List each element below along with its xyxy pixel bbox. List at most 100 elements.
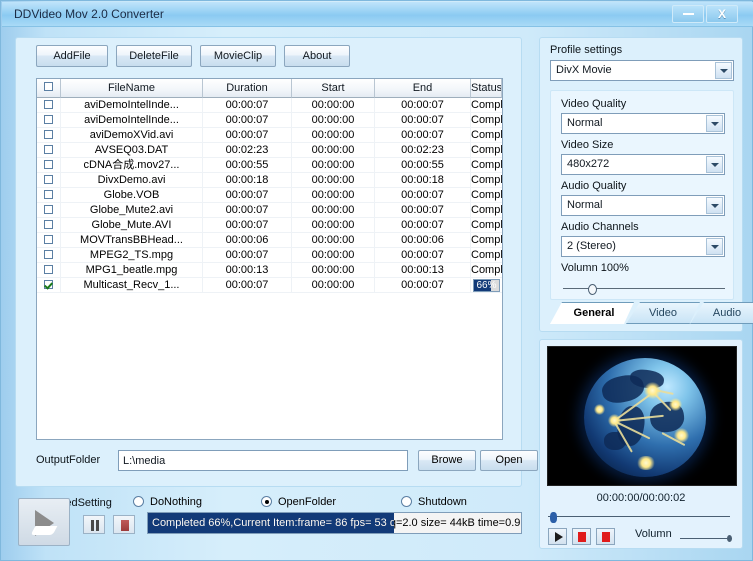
cell-filename: Globe.VOB bbox=[61, 188, 203, 202]
row-checkbox-cell[interactable] bbox=[37, 263, 61, 277]
header-end[interactable]: End bbox=[375, 79, 471, 98]
row-checkbox[interactable] bbox=[44, 250, 53, 259]
radio-open-folder-icon[interactable] bbox=[261, 496, 272, 507]
profile-select[interactable]: DivX Movie bbox=[550, 60, 734, 81]
row-checkbox[interactable] bbox=[44, 220, 53, 229]
row-checkbox-cell[interactable] bbox=[37, 278, 61, 292]
output-folder-row: OutputFolder Browe Open bbox=[16, 448, 538, 478]
row-checkbox-cell[interactable] bbox=[37, 233, 61, 247]
chevron-down-icon[interactable] bbox=[706, 115, 723, 132]
table-row[interactable]: MPG1_beatle.mpg 00:00:13 00:00:00 00:00:13 C… bbox=[37, 263, 502, 278]
row-checkbox[interactable] bbox=[44, 235, 53, 244]
audio-channels-select[interactable]: 2 (Stereo) bbox=[561, 236, 725, 257]
preview-volume-slider[interactable] bbox=[680, 535, 732, 543]
delete-file-button[interactable]: DeleteFile bbox=[116, 45, 192, 67]
volume-slider[interactable] bbox=[563, 284, 725, 295]
cell-end: 00:00:07 bbox=[375, 98, 471, 112]
row-checkbox[interactable] bbox=[44, 130, 53, 139]
table-row[interactable]: aviDemoIntelInde... 00:00:07 00:00:00 00:00… bbox=[37, 113, 502, 128]
row-checkbox[interactable] bbox=[44, 175, 53, 184]
seek-slider-handle[interactable] bbox=[550, 512, 557, 523]
row-checkbox[interactable] bbox=[44, 280, 53, 289]
radio-do-nothing[interactable]: DoNothing bbox=[133, 496, 202, 508]
cell-duration: 00:00:07 bbox=[203, 113, 292, 127]
table-row[interactable]: Globe_Mute.AVI 00:00:07 00:00:00 00:00:07 Co… bbox=[37, 218, 502, 233]
chevron-down-icon[interactable] bbox=[706, 156, 723, 173]
minimize-button[interactable] bbox=[672, 5, 704, 23]
row-checkbox-cell[interactable] bbox=[37, 143, 61, 157]
video-quality-value: Normal bbox=[567, 117, 603, 129]
header-start[interactable]: Start bbox=[292, 79, 375, 98]
video-size-select[interactable]: 480x272 bbox=[561, 154, 725, 175]
preview-play-button[interactable] bbox=[548, 528, 567, 545]
cell-end: 00:00:06 bbox=[375, 233, 471, 247]
video-size-value: 480x272 bbox=[567, 158, 610, 170]
row-checkbox-cell[interactable] bbox=[37, 218, 61, 232]
header-duration[interactable]: Duration bbox=[203, 79, 292, 98]
volume-slider-handle[interactable] bbox=[588, 284, 597, 295]
table-row[interactable]: Globe_Mute2.avi 00:00:07 00:00:00 00:00:07 C… bbox=[37, 203, 502, 218]
row-checkbox-cell[interactable] bbox=[37, 98, 61, 112]
row-checkbox[interactable] bbox=[44, 115, 53, 124]
video-quality-select[interactable]: Normal bbox=[561, 113, 725, 134]
preview-volume-handle[interactable] bbox=[727, 535, 732, 542]
radio-open-folder[interactable]: OpenFolder bbox=[261, 496, 336, 508]
header-status[interactable]: Status bbox=[471, 79, 502, 98]
row-checkbox[interactable] bbox=[44, 265, 53, 274]
radio-shutdown[interactable]: Shutdown bbox=[401, 496, 467, 508]
table-row[interactable]: cDNA合成.mov27... 00:00:55 00:00:00 00:00:55 C… bbox=[37, 158, 502, 173]
open-button[interactable]: Open bbox=[480, 450, 538, 471]
table-row[interactable]: MPEG2_TS.mpg 00:00:07 00:00:00 00:00:07 Comp… bbox=[37, 248, 502, 263]
chevron-down-icon[interactable] bbox=[715, 62, 732, 79]
cell-duration: 00:00:07 bbox=[203, 248, 292, 262]
chevron-down-icon[interactable] bbox=[706, 197, 723, 214]
tab-audio[interactable]: Audio bbox=[690, 302, 753, 324]
video-size-label: Video Size bbox=[561, 139, 614, 151]
add-file-button[interactable]: AddFile bbox=[36, 45, 108, 67]
table-row[interactable]: AVSEQ03.DAT00:02:2300:00:0000:02:23Compl… bbox=[37, 143, 502, 158]
file-table[interactable]: FileName Duration Start End Status aviDe… bbox=[36, 78, 503, 440]
video-quality-label: Video Quality bbox=[561, 98, 627, 110]
row-checkbox-cell[interactable] bbox=[37, 173, 61, 187]
row-checkbox[interactable] bbox=[44, 205, 53, 214]
row-checkbox-cell[interactable] bbox=[37, 158, 61, 172]
stop-button[interactable] bbox=[113, 515, 135, 534]
table-row[interactable]: aviDemoXVid.avi 00:00:07 00:00:00 00:00:07 C… bbox=[37, 128, 502, 143]
select-all-checkbox[interactable] bbox=[44, 82, 53, 91]
tab-video[interactable]: Video bbox=[626, 302, 700, 324]
row-checkbox[interactable] bbox=[44, 100, 53, 109]
row-checkbox-cell[interactable] bbox=[37, 203, 61, 217]
table-row[interactable]: DivxDemo.avi 00:00:18 00:00:00 00:00:18 Comp… bbox=[37, 173, 502, 188]
close-button[interactable]: X bbox=[706, 5, 738, 23]
row-checkbox-cell[interactable] bbox=[37, 188, 61, 202]
row-checkbox-cell[interactable] bbox=[37, 113, 61, 127]
browse-button[interactable]: Browe bbox=[418, 450, 476, 471]
row-checkbox[interactable] bbox=[44, 145, 53, 154]
radio-shutdown-icon[interactable] bbox=[401, 496, 412, 507]
output-folder-input[interactable] bbox=[118, 450, 408, 471]
row-checkbox[interactable] bbox=[44, 160, 53, 169]
start-convert-button[interactable] bbox=[18, 498, 70, 546]
tab-general[interactable]: General bbox=[550, 302, 634, 324]
preview-pause-button[interactable] bbox=[572, 528, 591, 545]
table-row[interactable]: MOVTransBBHead... 00:00:06 00:00:00 00:00:0… bbox=[37, 233, 502, 248]
video-preview[interactable] bbox=[547, 346, 737, 486]
node-glow bbox=[644, 382, 661, 399]
seek-slider[interactable] bbox=[548, 512, 730, 523]
radio-do-nothing-icon[interactable] bbox=[133, 496, 144, 507]
movie-clip-button[interactable]: MovieClip bbox=[200, 45, 276, 67]
row-checkbox[interactable] bbox=[44, 190, 53, 199]
row-checkbox-cell[interactable] bbox=[37, 128, 61, 142]
about-button[interactable]: About bbox=[284, 45, 350, 67]
row-checkbox-cell[interactable] bbox=[37, 248, 61, 262]
table-row[interactable]: aviDemoIntelInde... 00:00:07 00:00:00 00:00… bbox=[37, 98, 502, 113]
audio-quality-select[interactable]: Normal bbox=[561, 195, 725, 216]
table-row[interactable]: Multicast_Recv_1... 00:00:07 00:00:00 00:00… bbox=[37, 278, 502, 293]
header-filename[interactable]: FileName bbox=[61, 79, 203, 98]
chevron-down-icon[interactable] bbox=[706, 238, 723, 255]
header-select-all[interactable] bbox=[37, 79, 61, 98]
pause-button[interactable] bbox=[83, 515, 105, 534]
table-row[interactable]: Globe.VOB00:00:0700:00:0000:00:07Complet… bbox=[37, 188, 502, 203]
cell-status: Completed bbox=[471, 264, 502, 276]
preview-stop-button[interactable] bbox=[596, 528, 615, 545]
